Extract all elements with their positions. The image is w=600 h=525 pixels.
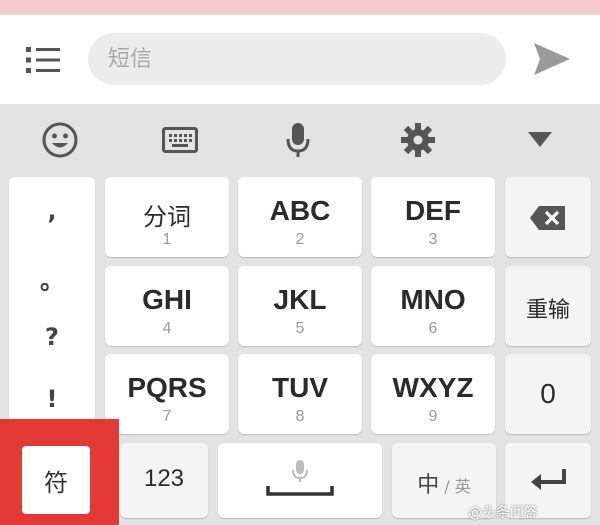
- key-ghi[interactable]: GHI 4: [105, 266, 229, 346]
- punctuation-column[interactable]: , 。 ? !: [9, 177, 95, 437]
- enter-icon: [531, 469, 566, 490]
- collapse-triangle-icon[interactable]: [520, 120, 560, 160]
- gear-icon[interactable]: [398, 120, 438, 160]
- key-pqrs[interactable]: PQRS 7: [105, 354, 229, 434]
- key-digit: 9: [428, 408, 438, 425]
- spacebar-icon: [266, 486, 334, 496]
- key-label: WXYZ: [392, 372, 474, 403]
- retype-key[interactable]: 重输: [505, 266, 591, 346]
- key-digit: 3: [428, 231, 438, 248]
- key-wxyz[interactable]: WXYZ 9: [371, 354, 495, 434]
- list-menu-icon[interactable]: [26, 45, 60, 75]
- key-tuv[interactable]: TUV 8: [238, 354, 362, 434]
- lang-sep: /: [444, 477, 450, 496]
- key-label: 分词: [143, 203, 191, 231]
- emoji-icon[interactable]: [40, 120, 80, 160]
- watermark: @头条问答: [468, 505, 538, 521]
- backspace-key[interactable]: [505, 177, 591, 257]
- key-fenci[interactable]: 分词 1: [105, 177, 229, 257]
- lang-en: 英: [454, 477, 471, 496]
- key-digit: 2: [295, 231, 305, 248]
- key-zero[interactable]: 0: [505, 354, 591, 434]
- key-jkl[interactable]: JKL 5: [238, 266, 362, 346]
- key-label: 123: [143, 465, 185, 492]
- keyboard-icon[interactable]: [160, 120, 200, 160]
- key-abc[interactable]: ABC 2: [238, 177, 362, 257]
- key-digit: 1: [162, 231, 172, 248]
- send-icon[interactable]: [532, 41, 572, 77]
- key-digit: 8: [295, 408, 305, 425]
- key-digit: 7: [162, 408, 172, 425]
- key-def[interactable]: DEF 3: [371, 177, 495, 257]
- microphone-icon[interactable]: [278, 120, 318, 160]
- punct-period[interactable]: 。: [9, 261, 95, 296]
- key-label: TUV: [272, 372, 328, 403]
- symbol-key[interactable]: 符: [22, 446, 90, 514]
- punct-comma[interactable]: ,: [9, 197, 95, 225]
- punct-question[interactable]: ?: [9, 323, 95, 351]
- key-digit: 4: [162, 320, 172, 337]
- status-strip: [0, 0, 600, 14]
- key-label: ABC: [269, 195, 331, 226]
- microphone-small-icon: [292, 460, 308, 482]
- punct-exclamation[interactable]: !: [9, 385, 95, 413]
- keyboard-toolbar: [0, 104, 600, 172]
- key-label: MNO: [400, 284, 466, 315]
- key-digit: 5: [295, 320, 305, 337]
- space-key[interactable]: [218, 443, 382, 518]
- sms-input[interactable]: [88, 33, 506, 85]
- lang-zh: 中: [417, 473, 440, 498]
- number-mode-key[interactable]: 123: [120, 443, 208, 518]
- language-label: 中 / 英: [392, 467, 496, 499]
- compose-bar: [0, 14, 600, 104]
- key-label: GHI: [142, 284, 192, 315]
- key-label: DEF: [405, 195, 461, 226]
- key-digit: 6: [428, 320, 438, 337]
- key-label: 重输: [525, 298, 570, 323]
- key-mno[interactable]: MNO 6: [371, 266, 495, 346]
- key-label: 0: [540, 378, 556, 409]
- key-label: JKL: [273, 284, 327, 315]
- key-label: PQRS: [127, 372, 207, 403]
- backspace-icon: [530, 206, 565, 230]
